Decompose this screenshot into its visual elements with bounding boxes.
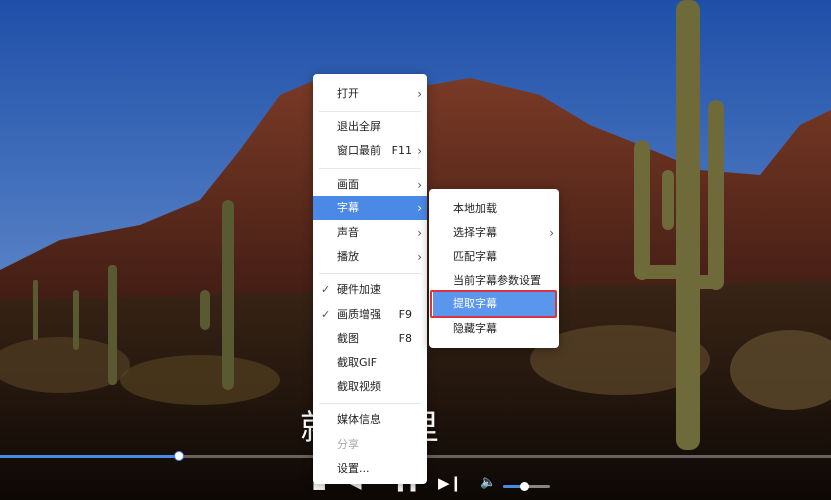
chevron-right-icon: › bbox=[549, 226, 554, 240]
menu-item-label: 窗口最前 bbox=[337, 144, 381, 157]
menu-item[interactable]: 匹配字幕 bbox=[429, 245, 559, 269]
shortcut-label: F11 bbox=[391, 144, 412, 157]
menu-item-label: 播放 bbox=[337, 250, 359, 263]
menu-item-label: 匹配字幕 bbox=[453, 250, 497, 263]
check-icon: ✓ bbox=[321, 308, 331, 321]
menu-item-label: 退出全屏 bbox=[337, 120, 381, 133]
menu-separator bbox=[319, 111, 421, 112]
menu-item[interactable]: ✓ 硬件加速 bbox=[313, 278, 427, 302]
menu-item: 分享 bbox=[313, 433, 427, 457]
menu-item[interactable]: ✓ 画质增强 F9 bbox=[313, 303, 427, 327]
chevron-right-icon: › bbox=[417, 178, 422, 192]
menu-item-label: 提取字幕 bbox=[453, 297, 497, 310]
menu-item[interactable]: 播放 › bbox=[313, 245, 427, 269]
menu-separator bbox=[319, 403, 421, 404]
menu-item[interactable]: 媒体信息 bbox=[313, 408, 427, 432]
menu-item[interactable]: 退出全屏 bbox=[313, 115, 427, 139]
menu-item-label: 分享 bbox=[337, 438, 359, 451]
menu-item-label: 截图 bbox=[337, 332, 359, 345]
shortcut-label: F8 bbox=[398, 332, 412, 345]
menu-item[interactable]: 截图 F8 bbox=[313, 327, 427, 351]
chevron-right-icon: › bbox=[417, 144, 422, 158]
menu-item[interactable]: 截取GIF bbox=[313, 351, 427, 375]
menu-item[interactable]: 提取字幕 bbox=[433, 292, 555, 316]
chevron-right-icon: › bbox=[417, 226, 422, 240]
menu-item[interactable]: 截取视频 bbox=[313, 375, 427, 399]
progress-handle[interactable] bbox=[173, 451, 184, 461]
menu-item-label: 画质增强 bbox=[337, 308, 381, 321]
menu-item-label: 设置... bbox=[337, 462, 370, 475]
menu-item[interactable]: 本地加载 bbox=[429, 197, 559, 221]
menu-item-label: 本地加载 bbox=[453, 202, 497, 215]
menu-item-label: 选择字幕 bbox=[453, 226, 497, 239]
volume-icon[interactable]: 🔈 bbox=[480, 475, 496, 490]
menu-item[interactable]: 字幕 › bbox=[313, 196, 427, 220]
menu-item-label: 画面 bbox=[337, 178, 359, 191]
menu-item[interactable]: 声音 › bbox=[313, 221, 427, 245]
menu-item[interactable]: 窗口最前 F11 › bbox=[313, 139, 427, 163]
menu-item-label: 当前字幕参数设置 bbox=[453, 274, 541, 287]
progress-fill bbox=[0, 455, 179, 458]
menu-item-label: 隐藏字幕 bbox=[453, 322, 497, 335]
context-menu: 打开 › 退出全屏窗口最前 F11 › 画面 › 字幕 › 声音 › 播放 › ✓ 硬件加速 ✓ 画质增强 F9 截… bbox=[313, 74, 427, 484]
subtitle-submenu: 本地加载选择字幕 › 匹配字幕当前字幕参数设置 提取字幕隐藏字幕 bbox=[429, 189, 559, 348]
chevron-right-icon: › bbox=[417, 201, 422, 215]
menu-item-label: 声音 bbox=[337, 226, 359, 239]
chevron-right-icon: › bbox=[417, 250, 422, 264]
menu-item[interactable]: 选择字幕 › bbox=[429, 221, 559, 245]
menu-item[interactable]: 打开 › bbox=[313, 82, 427, 106]
menu-item[interactable]: 设置... bbox=[313, 457, 427, 481]
volume-slider[interactable] bbox=[503, 482, 550, 491]
check-icon: ✓ bbox=[321, 283, 331, 296]
menu-item[interactable]: 画面 › bbox=[313, 173, 427, 197]
menu-item[interactable]: 当前字幕参数设置 bbox=[429, 269, 559, 293]
menu-item-label: 打开 bbox=[337, 87, 359, 100]
next-icon[interactable]: ▶❙ bbox=[438, 474, 462, 492]
menu-separator bbox=[319, 168, 421, 169]
menu-separator bbox=[319, 273, 421, 274]
menu-item-label: 媒体信息 bbox=[337, 413, 381, 426]
chevron-right-icon: › bbox=[417, 87, 422, 101]
menu-item-label: 截取GIF bbox=[337, 356, 378, 369]
menu-item-label: 硬件加速 bbox=[337, 283, 381, 296]
menu-item-label: 截取视频 bbox=[337, 380, 381, 393]
menu-item[interactable]: 隐藏字幕 bbox=[429, 317, 559, 341]
menu-item-label: 字幕 bbox=[337, 201, 359, 214]
shortcut-label: F9 bbox=[398, 308, 412, 321]
